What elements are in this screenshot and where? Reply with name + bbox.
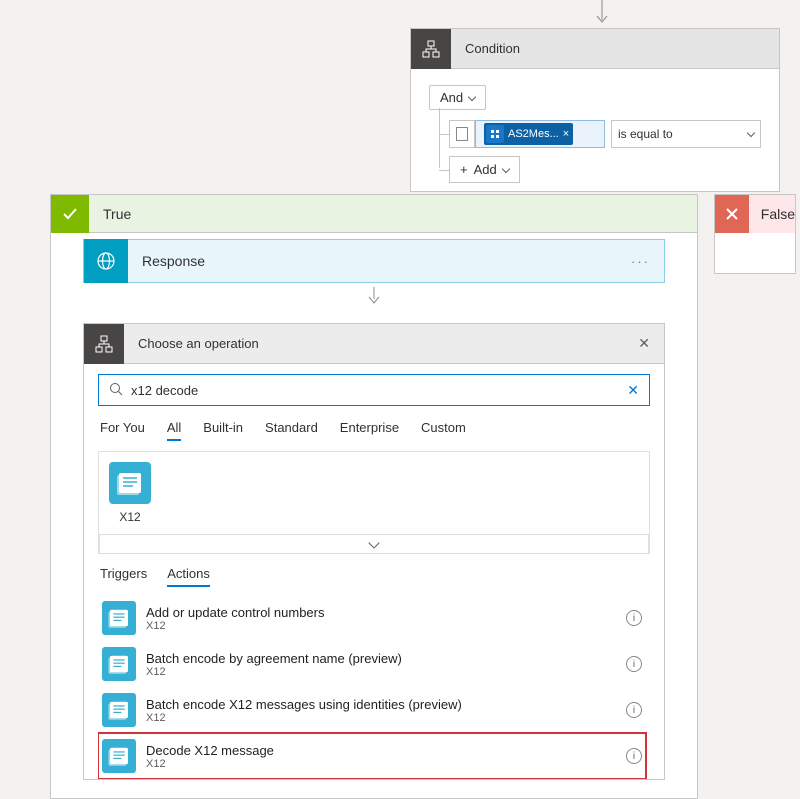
action-title: Batch encode X12 messages using identiti… — [146, 697, 616, 712]
comparator-dropdown[interactable]: is equal to — [611, 120, 761, 148]
action-subtitle: X12 — [146, 666, 616, 678]
action-item[interactable]: Add or update control numbers X12 i — [98, 595, 646, 641]
connector-arrow-top — [596, 0, 608, 28]
search-input[interactable] — [131, 383, 619, 398]
x12-icon — [102, 601, 136, 635]
chevron-down-icon — [468, 92, 476, 100]
dynamic-token[interactable]: AS2Mes... × — [484, 123, 573, 145]
connector-filter-tabs: For You All Built-in Standard Enterprise… — [100, 420, 648, 441]
chevron-down-icon — [747, 129, 755, 137]
action-text: Add or update control numbers X12 — [146, 605, 616, 632]
tree-line — [439, 134, 449, 135]
condition-add-row: + Add — [449, 156, 761, 183]
response-title: Response — [142, 253, 631, 269]
as2-icon — [486, 125, 504, 143]
connector-name: X12 — [119, 510, 140, 524]
action-subtitle: X12 — [146, 712, 616, 724]
action-title: Decode X12 message — [146, 743, 616, 758]
action-item[interactable]: Batch encode by agreement name (preview)… — [98, 641, 646, 687]
tree-line — [439, 170, 449, 171]
false-label: False — [761, 206, 795, 222]
operation-chooser-header: Choose an operation ✕ — [84, 324, 664, 364]
true-label: True — [103, 206, 131, 222]
condition-body: And AS2Mes... × is equal t — [411, 69, 779, 191]
triggers-actions-tabs: Triggers Actions — [100, 566, 648, 587]
group-operator-dropdown[interactable]: And — [429, 85, 486, 110]
action-title: Batch encode by agreement name (preview) — [146, 651, 616, 666]
control-icon — [84, 324, 124, 364]
true-body: Response ··· Choose an operation ✕ — [51, 239, 697, 780]
comparator-label: is equal to — [618, 127, 673, 141]
condition-header[interactable]: Condition — [411, 29, 779, 69]
operation-chooser-body: ✕ For You All Built-in Standard Enterpri… — [84, 364, 664, 779]
group-operator-label: And — [440, 90, 463, 105]
x12-icon — [102, 647, 136, 681]
clear-search-button[interactable]: ✕ — [627, 382, 639, 399]
add-row-button[interactable]: + Add — [449, 156, 520, 183]
globe-icon — [84, 239, 128, 283]
connector-arrow-mid — [51, 287, 697, 307]
true-branch: True Response ··· Choose an operation — [50, 194, 698, 799]
chevron-down-icon — [501, 164, 509, 172]
cross-icon — [715, 195, 749, 233]
false-branch: False — [714, 194, 796, 274]
info-icon[interactable]: i — [626, 748, 642, 764]
plus-icon: + — [460, 162, 468, 177]
token-remove[interactable]: × — [563, 128, 569, 140]
false-header[interactable]: False — [715, 195, 795, 233]
action-subtitle: X12 — [146, 758, 616, 770]
action-text: Batch encode by agreement name (preview)… — [146, 651, 616, 678]
designer-canvas: Condition And AS2Mes... × — [0, 0, 800, 750]
action-text: Decode X12 message X12 — [146, 743, 616, 770]
search-wrap: ✕ — [98, 374, 650, 406]
action-title: Add or update control numbers — [146, 605, 616, 620]
x12-icon — [102, 739, 136, 773]
operand-left[interactable]: AS2Mes... × — [475, 120, 605, 148]
action-subtitle: X12 — [146, 620, 616, 632]
operation-chooser-title: Choose an operation — [138, 336, 638, 351]
action-list: Add or update control numbers X12 i Batc… — [98, 595, 650, 779]
tab-standard[interactable]: Standard — [265, 420, 318, 441]
condition-card: Condition And AS2Mes... × — [410, 28, 780, 192]
tab-actions[interactable]: Actions — [167, 566, 210, 587]
info-icon[interactable]: i — [626, 656, 642, 672]
more-icon[interactable]: ··· — [631, 254, 664, 269]
action-text: Batch encode X12 messages using identiti… — [146, 697, 616, 724]
tab-custom[interactable]: Custom — [421, 420, 466, 441]
tab-built-in[interactable]: Built-in — [203, 420, 243, 441]
action-item[interactable]: Batch encode X12 messages using identiti… — [98, 687, 646, 733]
condition-title: Condition — [465, 41, 520, 56]
close-icon[interactable]: ✕ — [638, 335, 664, 352]
tab-triggers[interactable]: Triggers — [100, 566, 147, 587]
false-body — [715, 233, 795, 273]
control-icon — [411, 29, 451, 69]
response-card[interactable]: Response ··· — [83, 239, 665, 283]
check-icon — [51, 195, 89, 233]
action-item[interactable]: Decode X12 message X12 i — [98, 733, 646, 779]
true-header[interactable]: True — [51, 195, 697, 233]
tree-line — [439, 108, 440, 168]
tab-for-you[interactable]: For You — [100, 420, 145, 441]
tab-all[interactable]: All — [167, 420, 181, 441]
tab-enterprise[interactable]: Enterprise — [340, 420, 399, 441]
chevron-down-icon — [368, 537, 379, 548]
expand-connectors-button[interactable] — [99, 534, 649, 554]
connector-gallery: X12 — [98, 451, 650, 554]
row-checkbox[interactable] — [449, 120, 475, 148]
connector-x12[interactable]: X12 — [109, 462, 151, 524]
search-icon — [109, 382, 123, 399]
condition-row: AS2Mes... × is equal to — [449, 120, 761, 148]
info-icon[interactable]: i — [626, 702, 642, 718]
operation-chooser: Choose an operation ✕ ✕ For You All — [83, 323, 665, 780]
x12-icon — [109, 462, 151, 504]
token-label: AS2Mes... — [508, 128, 559, 140]
add-label: Add — [474, 162, 497, 177]
info-icon[interactable]: i — [626, 610, 642, 626]
x12-icon — [102, 693, 136, 727]
